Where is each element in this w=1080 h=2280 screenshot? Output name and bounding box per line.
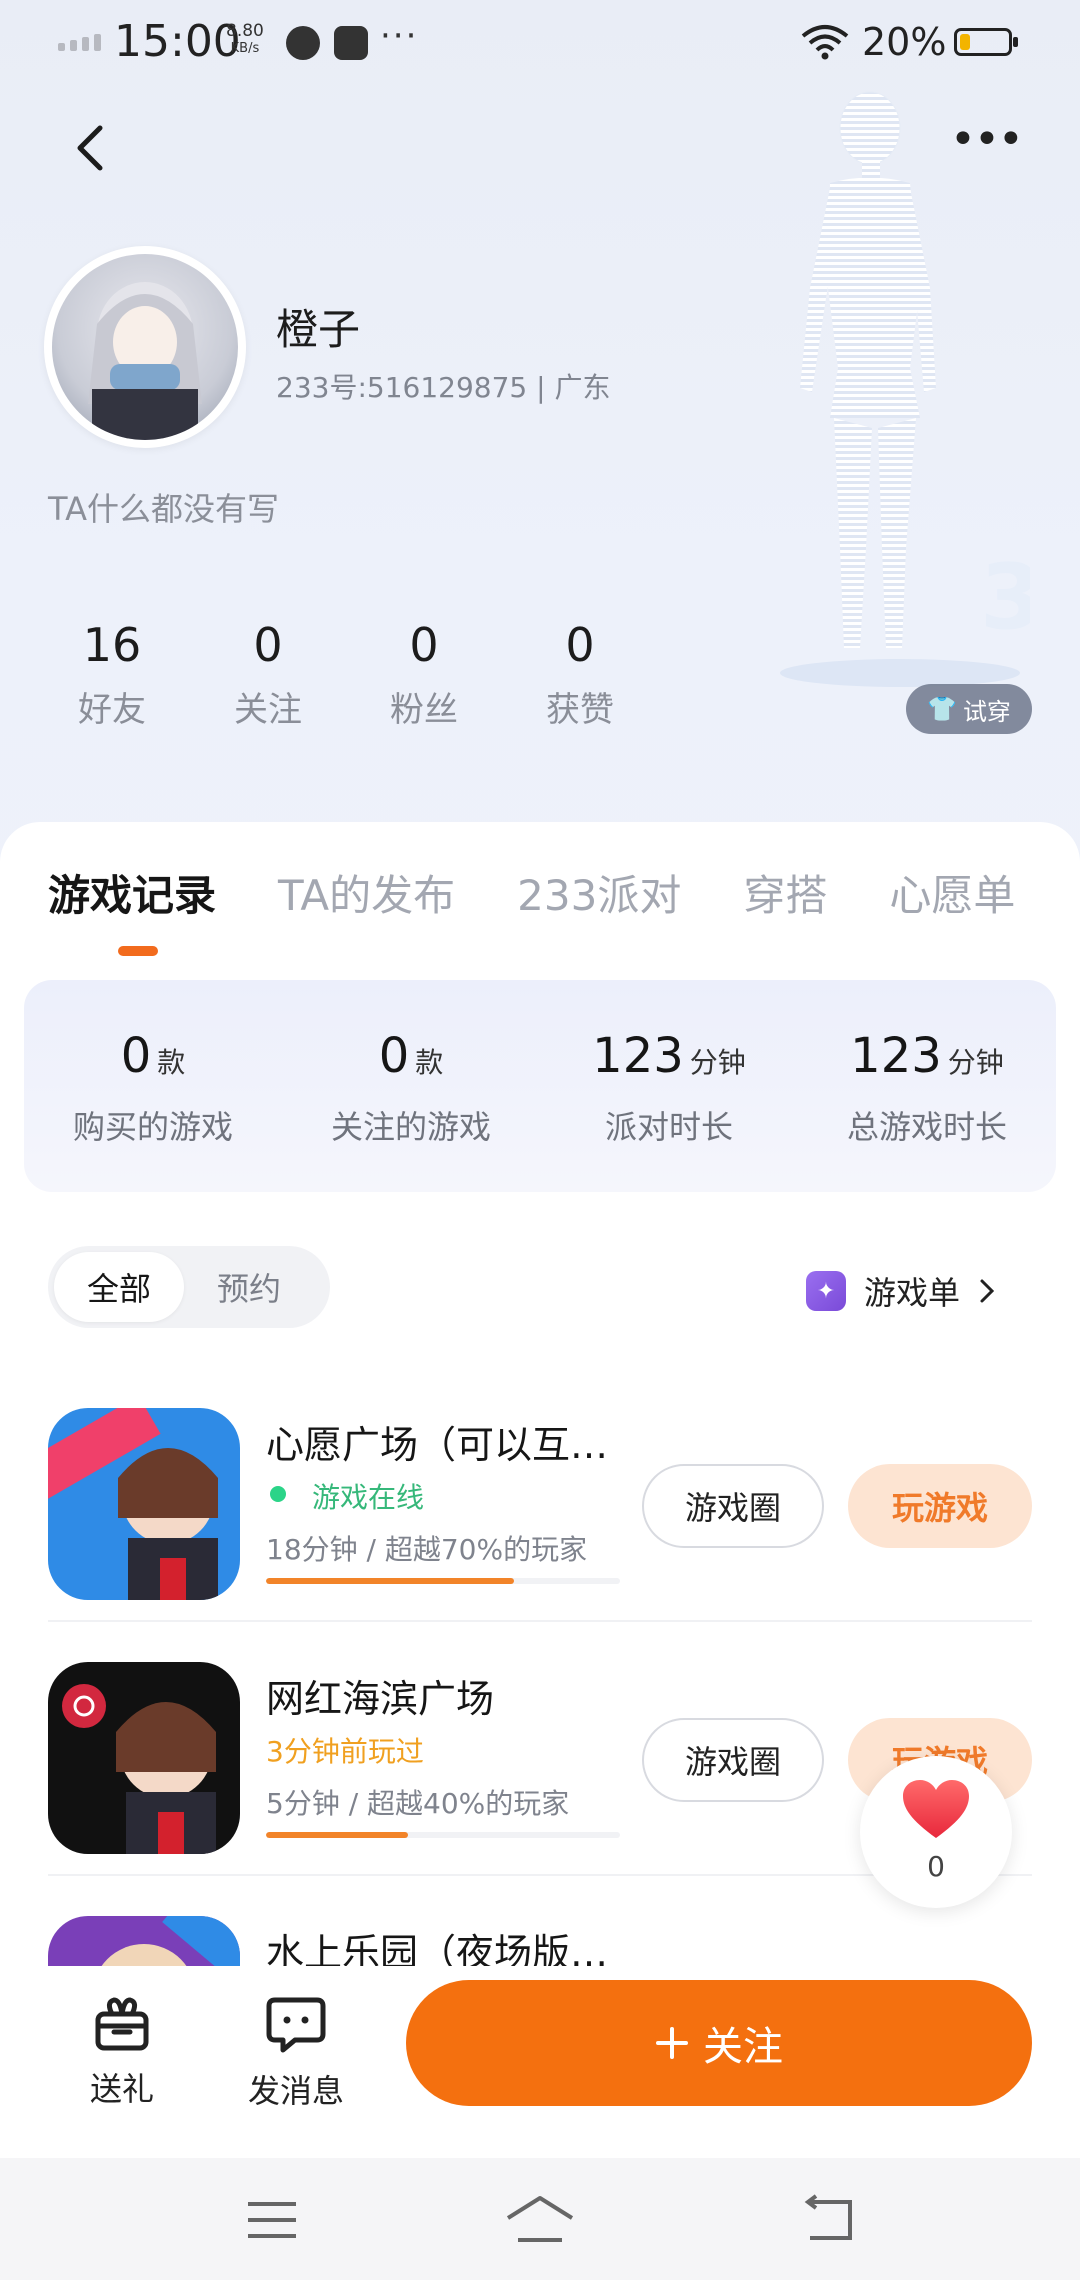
wifi-icon [801, 25, 849, 60]
menu-icon[interactable] [240, 2188, 304, 2252]
game-playtime: 18分钟 / 超越70%的玩家 [266, 1533, 588, 1566]
character-avatar-figure[interactable]: 3 [770, 88, 1030, 688]
game-row[interactable]: 心愿广场（可以互… 游戏在线 18分钟 / 超越70%的玩家 游戏圈 玩游戏 [48, 1368, 1048, 1622]
stat-following[interactable]: 0 关注 [190, 618, 346, 731]
message-icon [266, 1997, 326, 2053]
heart-icon [903, 1780, 969, 1838]
sparkle-icon: ✦ [806, 1271, 846, 1311]
status-bar: 15:00 8.80 KB/s ··· 20% [0, 0, 1080, 86]
stat-likes[interactable]: 0 获赞 [502, 618, 658, 731]
summary-purchased[interactable]: 0款 购买的游戏 [24, 980, 282, 1192]
signal-icon [58, 34, 101, 51]
action-bar: 送礼 发消息 关注 [0, 1966, 1080, 2158]
notification-icon [286, 26, 320, 60]
battery-percent: 20% [862, 20, 947, 64]
content-card: 游戏记录 TA的发布 233派对 穿搭 心愿单 0款 购买的游戏 0款 关注的游… [0, 822, 1080, 2158]
game-icon [48, 1408, 240, 1600]
message-button[interactable]: 发消息 [236, 1996, 356, 2112]
stat-friends[interactable]: 16 好友 [34, 618, 190, 731]
user-id-location: 233号:516129875 | 广东 [276, 371, 611, 404]
home-icon[interactable] [504, 2188, 576, 2252]
more-notifications-icon: ··· [380, 16, 419, 56]
plus-icon [656, 2027, 688, 2059]
avatar[interactable] [44, 246, 246, 448]
svg-text:3: 3 [980, 545, 1030, 650]
try-on-button[interactable]: 👕 试穿 [906, 684, 1032, 734]
filter-all[interactable]: 全部 [54, 1252, 184, 1322]
like-button[interactable]: 0 [860, 1756, 1012, 1908]
game-status-online: 游戏在线 [266, 1476, 424, 1516]
follow-button[interactable]: 关注 [406, 1980, 1032, 2106]
chevron-right-icon [980, 1279, 995, 1303]
gift-button[interactable]: 送礼 [62, 1996, 182, 2110]
user-name: 橙子 [276, 305, 361, 354]
game-list-button[interactable]: ✦ 游戏单 [806, 1268, 996, 1314]
user-bio: TA什么都没有写 [48, 490, 279, 528]
play-game-button[interactable]: 玩游戏 [848, 1464, 1032, 1548]
battery-icon [954, 28, 1018, 56]
status-time: 15:00 [114, 16, 241, 67]
game-status-recent: 3分钟前玩过 [266, 1735, 424, 1768]
back-nav-icon[interactable] [796, 2188, 860, 2252]
game-summary: 0款 购买的游戏 0款 关注的游戏 123 分钟 派对时长 123 分钟 总游戏时长 [24, 980, 1056, 1192]
summary-total-time[interactable]: 123 分钟 总游戏时长 [798, 980, 1056, 1192]
game-playtime: 5分钟 / 超越40%的玩家 [266, 1787, 570, 1820]
game-filter: 全部 预约 [48, 1246, 330, 1328]
tab-indicator [118, 946, 158, 956]
game-icon [48, 1662, 240, 1854]
tab-outfits[interactable]: 穿搭 [743, 862, 827, 923]
gift-icon [95, 1997, 149, 2051]
net-speed: 8.80 KB/s [226, 21, 264, 56]
game-title: 心愿广场（可以互… [266, 1423, 609, 1467]
tab-game-records[interactable]: 游戏记录 [48, 862, 216, 923]
playtime-progress [266, 1578, 620, 1584]
tab-posts[interactable]: TA的发布 [278, 862, 455, 923]
system-nav-bar [0, 2158, 1080, 2280]
shirt-icon: 👕 [927, 695, 957, 723]
summary-followed[interactable]: 0款 关注的游戏 [282, 980, 540, 1192]
profile-tabs: 游戏记录 TA的发布 233派对 穿搭 心愿单 [48, 862, 1015, 923]
game-title: 网红海滨广场 [266, 1677, 495, 1721]
summary-party-time[interactable]: 123 分钟 派对时长 [540, 980, 798, 1192]
profile-stats: 16 好友 0 关注 0 粉丝 0 获赞 [34, 618, 658, 731]
filter-reserved[interactable]: 预约 [184, 1252, 314, 1322]
tab-party[interactable]: 233派对 [517, 862, 681, 923]
game-circle-button[interactable]: 游戏圈 [642, 1464, 824, 1548]
game-circle-button[interactable]: 游戏圈 [642, 1718, 824, 1802]
back-icon[interactable] [60, 118, 120, 178]
tab-wishlist[interactable]: 心愿单 [889, 862, 1015, 923]
avatar-image [52, 254, 238, 440]
video-app-icon [334, 26, 368, 60]
playtime-progress [266, 1832, 620, 1838]
like-count: 0 [927, 1850, 945, 1883]
stat-fans[interactable]: 0 粉丝 [346, 618, 502, 731]
